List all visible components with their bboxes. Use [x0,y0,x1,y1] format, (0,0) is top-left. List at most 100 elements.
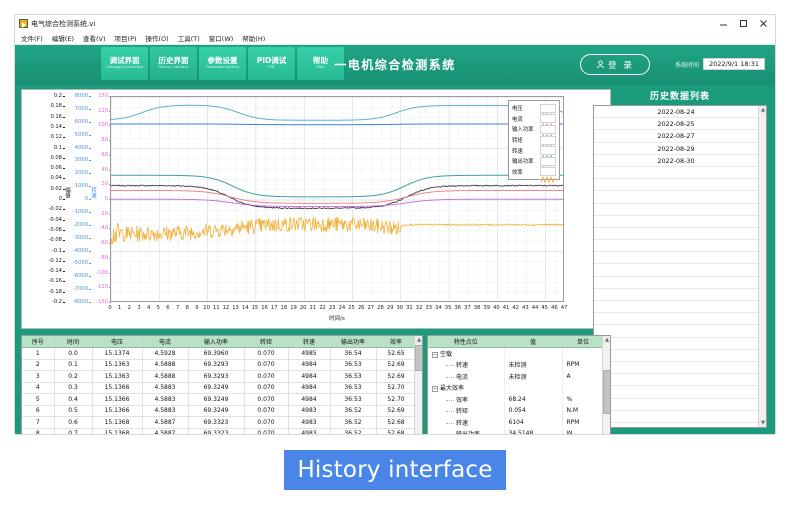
tab-debugging-interface[interactable]: 调试界面 Debugging interface [101,47,148,80]
history-list-item-empty[interactable] [594,191,758,204]
history-list-item[interactable]: 2022-08-24 [594,106,758,119]
legend-item[interactable]: 效率 [511,167,557,184]
table-cell: 36.53 [330,393,377,406]
scroll-thumb[interactable] [603,370,610,414]
history-list-item[interactable]: 2022-08-29 [594,143,758,155]
scroll-up-icon[interactable]: ▲ [415,336,422,344]
column-header[interactable]: 电压 [92,336,143,348]
feature-row[interactable]: 效率 68.24% [428,393,605,405]
column-header[interactable]: 转矩 [244,336,289,348]
history-list-item-empty[interactable] [594,411,758,423]
column-header[interactable]: 时间 [54,336,93,348]
tab-parameter-setting[interactable]: 参数设置 Parameter setting [199,47,246,80]
history-list-item-empty[interactable] [594,350,758,362]
history-list-item-empty[interactable] [594,325,758,338]
table-cell: 0.2 [54,370,93,383]
history-list-item-empty[interactable] [594,374,758,387]
history-list-item-empty[interactable] [594,313,758,326]
history-list-item-empty[interactable] [594,240,758,253]
maximize-button[interactable] [733,16,753,31]
history-list-item-empty[interactable] [594,179,758,192]
scroll-up-icon[interactable]: ▲ [759,106,766,114]
history-list-item-empty[interactable] [594,399,758,411]
chart[interactable]: 0.2 0.18 0.16 0.14 0.12 0.1 0.08 0.06 0.04 0.02 0-… [22,90,610,328]
close-button[interactable] [753,16,773,31]
expander-icon[interactable]: − [432,351,438,358]
table-row[interactable]: 5 0.4 15.1366 4.5883 69.3249 0.070 4984 36.53 52… [22,393,417,406]
legend-item[interactable]: 转矩 [511,135,557,152]
table-row[interactable]: 8 0.7 15.1368 4.5887 69.3323 0.070 4983 36.52 52… [22,428,417,434]
column-header[interactable]: 单位 [562,336,605,348]
table-row[interactable]: 4 0.3 15.1366 4.5883 69.3249 0.070 4984 36.53 52… [22,382,417,394]
login-button[interactable]: 登 录 [580,54,650,75]
legend-item[interactable]: 输出功率 [511,156,557,173]
column-header[interactable]: 值 [504,336,563,348]
menu-file[interactable]: 文件(F) [21,33,43,43]
history-list-item-empty[interactable] [594,167,758,180]
window-controls [713,15,773,32]
menu-project[interactable]: 项目(P) [115,33,137,43]
table-cell: 4.5887 [142,428,189,434]
column-header[interactable]: 输出功率 [330,336,377,348]
table-row[interactable]: 6 0.5 15.1366 4.5883 69.3249 0.070 4983 36.52 52… [22,405,417,417]
feature-group-row[interactable]: − 最大效率 [428,382,605,394]
history-list[interactable]: 2022-08-24 2022-08-25 2022-08-27 2022-08-29… [593,105,767,428]
column-header[interactable]: 输入功率 [188,336,245,348]
table-row[interactable]: 1 0.0 15.1374 4.5928 69.3960 0.070 4985 36.54 52… [22,347,417,360]
feature-row[interactable]: 转速 6104 RPM [428,416,605,428]
scroll-down-icon[interactable]: ▼ [759,419,766,427]
column-header[interactable]: 特性点位 [428,336,505,348]
history-list-item-empty[interactable] [594,289,758,301]
menu-operate[interactable]: 操作(O) [146,33,169,43]
legend-item[interactable]: 电流 [511,114,557,131]
history-list-item[interactable]: 2022-08-25 [594,118,758,131]
legend-item[interactable]: 转速 [511,145,557,163]
history-list-item-empty[interactable] [594,386,758,399]
column-header[interactable]: 效率 [376,336,417,348]
expander-icon[interactable]: − [432,385,438,392]
data-table-scrollbar[interactable]: ▲ ▼ [414,336,422,434]
menu-window[interactable]: 窗口(W) [209,33,234,43]
history-list-item-empty[interactable] [594,264,758,277]
column-header[interactable]: 转速 [288,336,331,348]
feature-table-scrollbar[interactable]: ▲ ▼ [602,336,610,434]
history-list-scrollbar[interactable]: ▲ ▼ [758,106,766,427]
history-list-item[interactable]: 2022-08-27 [594,130,758,143]
history-list-item-empty[interactable] [594,301,758,314]
history-list-item-empty[interactable] [594,252,758,265]
plot-area[interactable]: 电压 电流 输入功率 转矩 转速 输出功率 效率 [110,96,564,302]
measurement-data-table[interactable]: 序号 时间 电压 电流 输入功率 转矩 转速 输出功率 效率 1 0.0 15.1374 4.5928… [21,335,423,434]
tab-help[interactable]: 帮助 Help [297,47,344,80]
minimize-button[interactable] [713,16,733,31]
column-header[interactable]: 序号 [22,336,55,348]
legend-item[interactable]: 输入功率 [511,124,557,142]
table-row[interactable]: 2 0.1 15.1363 4.5888 69.3293 0.070 4984 36.53 52… [22,359,417,371]
menu-tools[interactable]: 工具(T) [178,33,200,43]
feature-row[interactable]: 输出功率 34.5148 W [428,428,605,434]
table-row[interactable]: 7 0.6 15.1368 4.5887 69.3323 0.070 4983 36.52 52… [22,416,417,429]
history-list-item-empty[interactable] [594,216,758,228]
table-row[interactable]: 3 0.2 15.1363 4.5888 69.3293 0.070 4984 36.53 52… [22,370,417,383]
history-list-item-empty[interactable] [594,204,758,216]
history-list-item-empty[interactable] [594,362,758,375]
scroll-up-icon[interactable]: ▲ [603,336,610,344]
scroll-thumb[interactable] [415,345,422,371]
history-list-item-empty[interactable] [594,338,758,350]
feature-row[interactable]: 电流 未检测 A [428,370,605,382]
history-list-item-empty[interactable] [594,277,758,289]
history-list-item[interactable]: 2022-08-30 [594,155,758,167]
chart-legend[interactable]: 电压 电流 输入功率 转矩 转速 输出功率 效率 [508,100,560,184]
tab-pid-debugging[interactable]: PID调试 PID [248,47,295,80]
menu-view[interactable]: 查看(V) [83,33,106,43]
feature-row[interactable]: 转速 未检测 RPM [428,359,605,371]
characteristic-points-table[interactable]: 特性点位值单位 − 空载 转速 未检测 RPM 电流 未检测 A − 最大效率 效率 68.24% 转矩… [427,335,611,434]
column-header[interactable]: 电流 [142,336,189,348]
menu-help[interactable]: 帮助(H) [242,33,265,43]
table-cell: 69.3960 [188,347,245,360]
history-list-item-empty[interactable] [594,228,758,241]
feature-group-row[interactable]: − 空载 [428,347,605,359]
legend-item[interactable]: 电压 [511,103,557,121]
tab-history-interface[interactable]: 历史界面 History interface [150,47,197,80]
menu-edit[interactable]: 编辑(E) [52,33,74,43]
feature-row[interactable]: 转矩 0.054 N.M [428,405,605,417]
